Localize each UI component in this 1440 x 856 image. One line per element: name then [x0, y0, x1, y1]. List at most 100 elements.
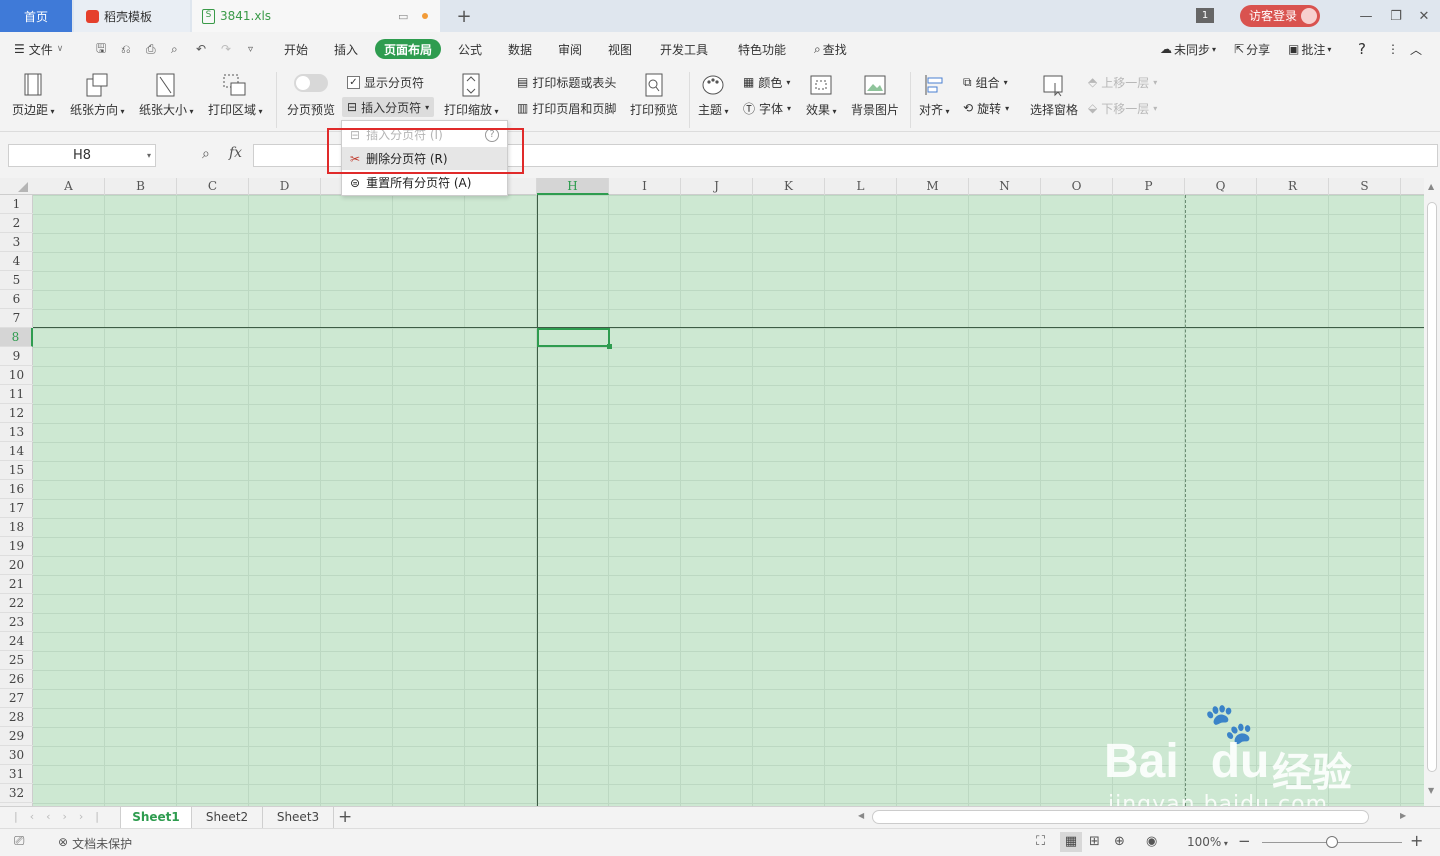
row-header[interactable]: 20 — [0, 556, 33, 575]
scroll-down-icon[interactable]: ▼ — [1428, 786, 1434, 795]
select-all-icon[interactable] — [18, 182, 28, 192]
row-header[interactable]: 15 — [0, 461, 33, 480]
menu-page-layout[interactable]: 页面布局 — [375, 39, 442, 59]
fx-icon[interactable]: fx — [229, 145, 242, 161]
reset-page-breaks-item[interactable]: ⊜ 重置所有分页符 (A) — [342, 171, 507, 194]
horizontal-scroll-thumb[interactable] — [872, 810, 1369, 824]
paper-size-button[interactable]: 纸张大小 ▾ — [139, 72, 194, 118]
add-sheet-icon[interactable]: + — [338, 807, 352, 827]
menu-formula[interactable]: 公式 — [458, 32, 482, 66]
row-header[interactable]: 9 — [0, 347, 33, 366]
row-header[interactable]: 19 — [0, 537, 33, 556]
normal-view-icon[interactable]: ▦ — [1060, 832, 1082, 852]
fullscreen-icon[interactable]: ⛶ — [1036, 834, 1045, 849]
row-header[interactable]: 25 — [0, 651, 33, 670]
file-menu[interactable]: ☰ 文件 ∨ — [14, 32, 63, 66]
row-header[interactable]: 21 — [0, 575, 33, 594]
row-header[interactable]: 10 — [0, 366, 33, 385]
row-header[interactable]: 12 — [0, 404, 33, 423]
menu-special[interactable]: 特色功能 — [738, 32, 786, 66]
column-header[interactable]: J — [681, 178, 753, 195]
column-header[interactable]: H — [537, 178, 609, 195]
minimize-icon[interactable]: — — [1356, 6, 1376, 26]
row-header[interactable]: 4 — [0, 252, 33, 271]
row-header[interactable]: 8 — [0, 328, 33, 347]
menu-developer[interactable]: 开发工具 — [660, 32, 708, 66]
pin-icon[interactable]: ▭ — [398, 10, 408, 23]
page-break-view-icon[interactable]: ⊞ — [1089, 834, 1100, 849]
header-footer-button[interactable]: ▥ 打印页眉和页脚 — [517, 98, 616, 118]
protect-status[interactable]: ⊗ 文档未保护 — [58, 835, 132, 852]
row-header[interactable]: 17 — [0, 499, 33, 518]
column-header[interactable]: P — [1113, 178, 1185, 195]
column-header[interactable]: N — [969, 178, 1041, 195]
redo-icon[interactable]: ↷ — [221, 32, 231, 66]
tab-file[interactable]: S 3841.xls ▭ — [192, 0, 440, 32]
name-box[interactable]: H8 ▾ — [8, 144, 156, 167]
scroll-right-icon[interactable]: ▶ — [1400, 811, 1406, 820]
row-header[interactable]: 18 — [0, 518, 33, 537]
row-header[interactable]: 5 — [0, 271, 33, 290]
column-header[interactable]: C — [177, 178, 249, 195]
zoom-dropdown[interactable]: 100% ▾ — [1187, 835, 1228, 849]
group-button[interactable]: ⧉ 组合 ▾ — [963, 72, 1008, 92]
search-button[interactable]: ⌕ 查找 — [814, 32, 847, 66]
tab-template[interactable]: 稻壳模板 — [74, 0, 190, 32]
row-header[interactable]: 29 — [0, 727, 33, 746]
row-header[interactable]: 26 — [0, 670, 33, 689]
row-header[interactable]: 22 — [0, 594, 33, 613]
menu-data[interactable]: 数据 — [508, 32, 532, 66]
row-header[interactable]: 11 — [0, 385, 33, 404]
format-painter-icon[interactable]: ⎌ — [121, 32, 131, 66]
tab-home[interactable]: 首页 — [0, 0, 72, 32]
more-icon[interactable]: ⋮ — [1387, 32, 1399, 66]
zoom-out-icon[interactable]: − — [1238, 832, 1251, 850]
comment-button[interactable]: ▣ 批注 ▾ — [1288, 32, 1331, 66]
row-header[interactable]: 27 — [0, 689, 33, 708]
active-cell-h8[interactable] — [537, 328, 612, 349]
effect-button[interactable]: 效果 ▾ — [806, 72, 837, 118]
column-header[interactable]: R — [1257, 178, 1329, 195]
quick-access-more-icon[interactable]: ▿ — [248, 32, 253, 66]
row-header[interactable]: 2 — [0, 214, 33, 233]
column-header[interactable]: O — [1041, 178, 1113, 195]
column-header[interactable]: S — [1329, 178, 1401, 195]
scroll-up-icon[interactable]: ▲ — [1428, 182, 1434, 191]
zoom-slider-knob[interactable] — [1326, 836, 1338, 848]
column-header[interactable]: M — [897, 178, 969, 195]
vertical-scrollbar[interactable]: ▲ ▼ — [1424, 178, 1440, 806]
color-button[interactable]: ▦ 颜色 ▾ — [743, 72, 790, 92]
insert-page-break-button[interactable]: ⊟ 插入分页符 ▾ — [342, 97, 435, 117]
page-break-preview-button[interactable]: 分页预览 — [287, 74, 335, 118]
menu-review[interactable]: 审阅 — [558, 32, 582, 66]
font-button[interactable]: Ⓣ 字体 ▾ — [743, 98, 791, 118]
row-header[interactable]: 1 — [0, 195, 33, 214]
collapse-ribbon-icon[interactable]: ︿ — [1410, 32, 1422, 66]
undo-icon[interactable]: ↶ — [196, 32, 206, 66]
sheet-tab-2[interactable]: Sheet2 — [192, 807, 263, 828]
menu-insert[interactable]: 插入 — [334, 32, 358, 66]
row-header[interactable]: 24 — [0, 632, 33, 651]
preview-icon[interactable]: ⌕ — [171, 32, 178, 66]
menu-view[interactable]: 视图 — [608, 32, 632, 66]
column-header[interactable]: I — [609, 178, 681, 195]
selection-pane-button[interactable]: 选择窗格 — [1030, 72, 1078, 118]
sheet-nav-arrows-icon[interactable]: |‹‹››| — [14, 810, 111, 823]
row-header[interactable]: 3 — [0, 233, 33, 252]
print-scale-button[interactable]: 打印缩放 ▾ — [444, 72, 499, 118]
save-icon[interactable]: 🖫 — [96, 32, 106, 66]
margin-button[interactable]: 页边距 ▾ — [12, 72, 55, 118]
column-header[interactable]: D — [249, 178, 321, 195]
column-header[interactable]: A — [33, 178, 105, 195]
row-header[interactable]: 14 — [0, 442, 33, 461]
new-tab-button[interactable]: + — [454, 6, 474, 27]
send-backward-button[interactable]: ⬙ 下移一层 ▾ — [1088, 98, 1157, 118]
zoom-in-icon[interactable]: + — [1410, 831, 1423, 850]
sync-button[interactable]: ☁ 未同步 ▾ — [1160, 32, 1216, 66]
close-icon[interactable]: ✕ — [1414, 6, 1434, 26]
help-icon[interactable]: ? — [1358, 32, 1366, 66]
row-header[interactable]: 23 — [0, 613, 33, 632]
eye-protection-icon[interactable]: ◉ — [1146, 834, 1157, 849]
row-header[interactable]: 28 — [0, 708, 33, 727]
zoom-formula-icon[interactable]: ⌕ — [202, 146, 210, 162]
